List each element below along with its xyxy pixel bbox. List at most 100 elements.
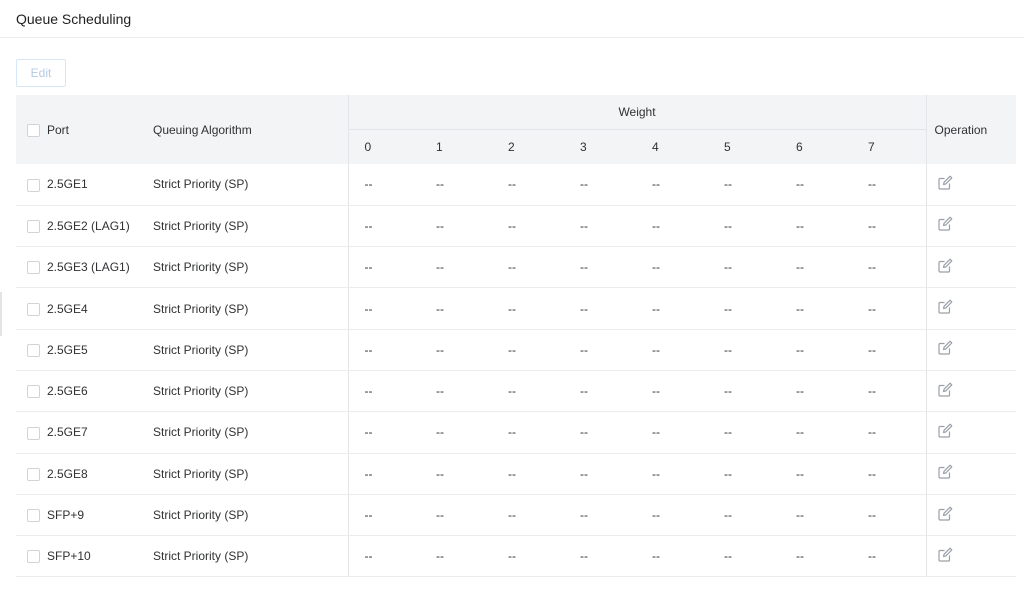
weight-4-cell: -- [636,370,708,413]
weight-1-cell: -- [420,453,492,495]
select-all-cell [16,95,47,164]
weight-0-cell: -- [347,287,420,330]
weight-7-cell: -- [852,453,927,495]
weight-0-cell: -- [347,535,420,578]
weight-3-cell: -- [564,370,636,413]
table-row: 2.5GE5 Strict Priority (SP) -- -- -- -- -- -- --… [16,329,1017,371]
weight-5-cell: -- [708,164,780,206]
operation-cell [925,411,1017,454]
weight-6-cell: -- [780,411,852,454]
row-checkbox[interactable] [27,550,40,564]
weight-1-cell: -- [420,329,492,371]
row-checkbox[interactable] [27,261,40,275]
edit-icon[interactable] [937,258,953,274]
weight-4-cell: -- [636,205,708,248]
weight-0-cell: -- [347,453,420,495]
row-select-cell [16,246,47,289]
weight-5-column-header: 5 [708,129,780,164]
weight-4-cell: -- [636,411,708,454]
weight-column-header: Weight [347,95,927,130]
queue-scheduling-table: Port Queuing Algorithm Weight Operation … [16,95,1017,578]
edit-button[interactable]: Edit [16,59,66,87]
weight-0-column-header: 0 [347,129,420,164]
row-checkbox[interactable] [27,178,40,192]
algorithm-cell: Strict Priority (SP) [153,494,348,537]
weight-6-cell: -- [780,494,852,537]
row-checkbox[interactable] [27,302,40,316]
weight-3-cell: -- [564,411,636,454]
row-checkbox[interactable] [27,344,40,357]
row-checkbox[interactable] [27,385,40,399]
weight-3-cell: -- [564,246,636,289]
operation-cell [925,370,1017,413]
weight-4-cell: -- [636,535,708,578]
port-cell: 2.5GE7 [47,411,153,454]
port-column-header[interactable]: Port [47,95,153,164]
algorithm-column-header[interactable]: Queuing Algorithm [153,95,348,164]
edit-icon[interactable] [937,216,953,232]
weight-5-cell: -- [708,453,780,495]
weight-2-cell: -- [492,164,564,206]
weight-7-cell: -- [852,411,927,454]
operation-cell [925,287,1017,330]
weight-3-cell: -- [564,453,636,495]
weight-2-cell: -- [492,453,564,495]
table-row: SFP+9 Strict Priority (SP) -- -- -- -- -- -- -- -… [16,494,1017,537]
port-cell: SFP+10 [47,535,153,578]
row-select-cell [16,494,47,537]
weight-1-column-header: 1 [420,129,492,164]
weight-7-cell: -- [852,370,927,413]
table-row: SFP+10 Strict Priority (SP) -- -- -- -- -- -- --… [16,535,1017,578]
table-row: 2.5GE6 Strict Priority (SP) -- -- -- -- -- -- --… [16,370,1017,413]
edit-icon[interactable] [937,464,953,480]
weight-7-cell: -- [852,287,927,330]
operation-cell [925,535,1017,578]
table-row: 2.5GE8 Strict Priority (SP) -- -- -- -- -- -- --… [16,453,1017,495]
weight-5-cell: -- [708,494,780,537]
algorithm-cell: Strict Priority (SP) [153,205,348,248]
weight-4-cell: -- [636,246,708,289]
weight-5-cell: -- [708,205,780,248]
weight-2-cell: -- [492,246,564,289]
operation-cell [925,494,1017,537]
select-all-checkbox[interactable] [27,123,40,137]
weight-4-cell: -- [636,453,708,495]
weight-6-cell: -- [780,205,852,248]
edit-icon[interactable] [937,299,953,315]
algorithm-cell: Strict Priority (SP) [153,370,348,413]
row-select-cell [16,535,47,578]
weight-2-cell: -- [492,535,564,578]
port-cell: 2.5GE8 [47,453,153,495]
row-checkbox[interactable] [27,509,40,523]
row-checkbox[interactable] [27,467,40,481]
weight-5-cell: -- [708,535,780,578]
edit-icon[interactable] [937,423,953,439]
row-checkbox[interactable] [27,426,40,440]
page-title: Queue Scheduling [16,10,132,27]
table-row: 2.5GE2 (LAG1) Strict Priority (SP) -- -- -- -… [16,205,1017,248]
weight-2-cell: -- [492,287,564,330]
weight-0-cell: -- [347,370,420,413]
weight-6-cell: -- [780,535,852,578]
weight-5-cell: -- [708,329,780,371]
weight-7-cell: -- [852,535,927,578]
weight-3-cell: -- [564,535,636,578]
weight-3-cell: -- [564,205,636,248]
edit-icon[interactable] [937,547,953,563]
table-row: 2.5GE4 Strict Priority (SP) -- -- -- -- -- -- --… [16,287,1017,330]
weight-7-cell: -- [852,329,927,371]
weight-3-cell: -- [564,494,636,537]
weight-7-column-header: 7 [852,129,927,164]
algorithm-cell: Strict Priority (SP) [153,535,348,578]
weight-2-cell: -- [492,205,564,248]
weight-6-cell: -- [780,164,852,206]
weight-6-cell: -- [780,246,852,289]
weight-5-cell: -- [708,370,780,413]
edit-icon[interactable] [937,175,953,191]
edit-icon[interactable] [937,382,953,398]
row-select-cell [16,329,47,371]
row-checkbox[interactable] [27,220,40,234]
edit-icon[interactable] [937,506,953,522]
edge-indicator [0,292,2,336]
edit-icon[interactable] [937,340,953,356]
